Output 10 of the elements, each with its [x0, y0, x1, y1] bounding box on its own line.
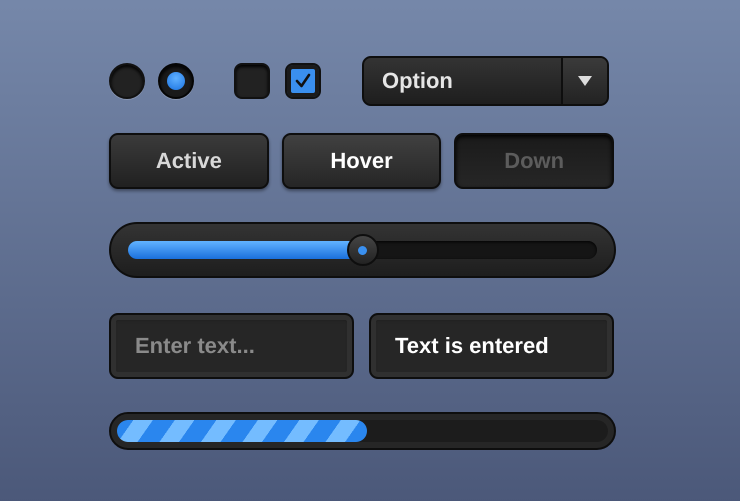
button[interactable]: Active — [109, 133, 269, 189]
input-field[interactable]: Text is entered — [369, 313, 614, 379]
dropdown[interactable]: Option — [362, 56, 609, 106]
button[interactable]: Hover — [282, 133, 442, 189]
checkbox[interactable] — [234, 63, 270, 99]
checkbox[interactable] — [285, 63, 321, 99]
radio-button[interactable] — [158, 63, 194, 99]
caret-icon — [577, 75, 593, 87]
radio-button[interactable] — [109, 63, 145, 99]
input-field[interactable]: Enter text... — [109, 313, 354, 379]
